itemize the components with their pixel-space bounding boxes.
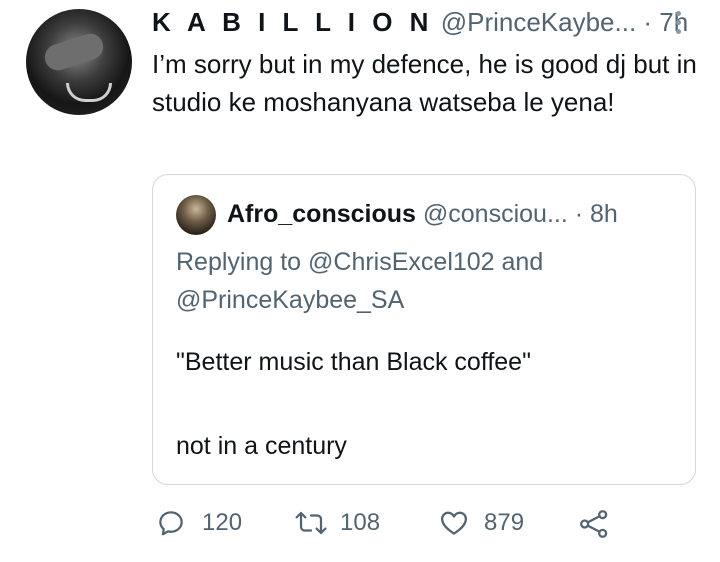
- reply-icon: [156, 508, 186, 538]
- quoted-author-name: Afro_conscious: [227, 200, 416, 228]
- reply-button[interactable]: 120: [156, 508, 242, 538]
- like-count: 879: [484, 509, 525, 536]
- quoted-tweet-text-line2: not in a century: [176, 432, 347, 460]
- retweet-button[interactable]: 108: [294, 508, 380, 538]
- tweet-actions-bar: 120 108 879: [0, 508, 720, 544]
- author-name[interactable]: K A B I L L I O N: [152, 7, 433, 37]
- quoted-author-avatar[interactable]: [176, 195, 216, 235]
- author-handle[interactable]: @PrinceKaybe...: [441, 7, 636, 37]
- quoted-tweet-time: · 8h: [574, 200, 618, 228]
- like-button[interactable]: 879: [438, 508, 524, 538]
- quoted-tweet-text-line1: "Better music than Black coffee": [176, 348, 531, 376]
- quoted-tweet-card[interactable]: Afro_conscious @consciou... · 8h Replyin…: [152, 174, 696, 485]
- share-icon: [578, 508, 610, 540]
- more-options-icon[interactable]: [674, 8, 684, 36]
- tweet-header: K A B I L L I O N @PrinceKaybe... · 7h: [152, 6, 688, 38]
- like-icon: [438, 508, 470, 538]
- tweet-text: I’m sorry but in my defence, he is good …: [152, 49, 697, 117]
- retweet-count: 108: [340, 509, 381, 536]
- avatar-arm-shape: [41, 30, 107, 74]
- quoted-tweet-header: Afro_conscious @consciou... · 8h: [227, 197, 618, 231]
- share-button[interactable]: [578, 508, 610, 540]
- reply-count: 120: [202, 509, 243, 536]
- author-avatar[interactable]: [26, 9, 132, 115]
- avatar-chain-shape: [66, 83, 112, 102]
- replying-to-text: Replying to @ChrisExcel102 and @PrinceKa…: [176, 248, 544, 314]
- quoted-author-handle: @consciou...: [422, 200, 568, 228]
- retweet-icon: [294, 508, 328, 538]
